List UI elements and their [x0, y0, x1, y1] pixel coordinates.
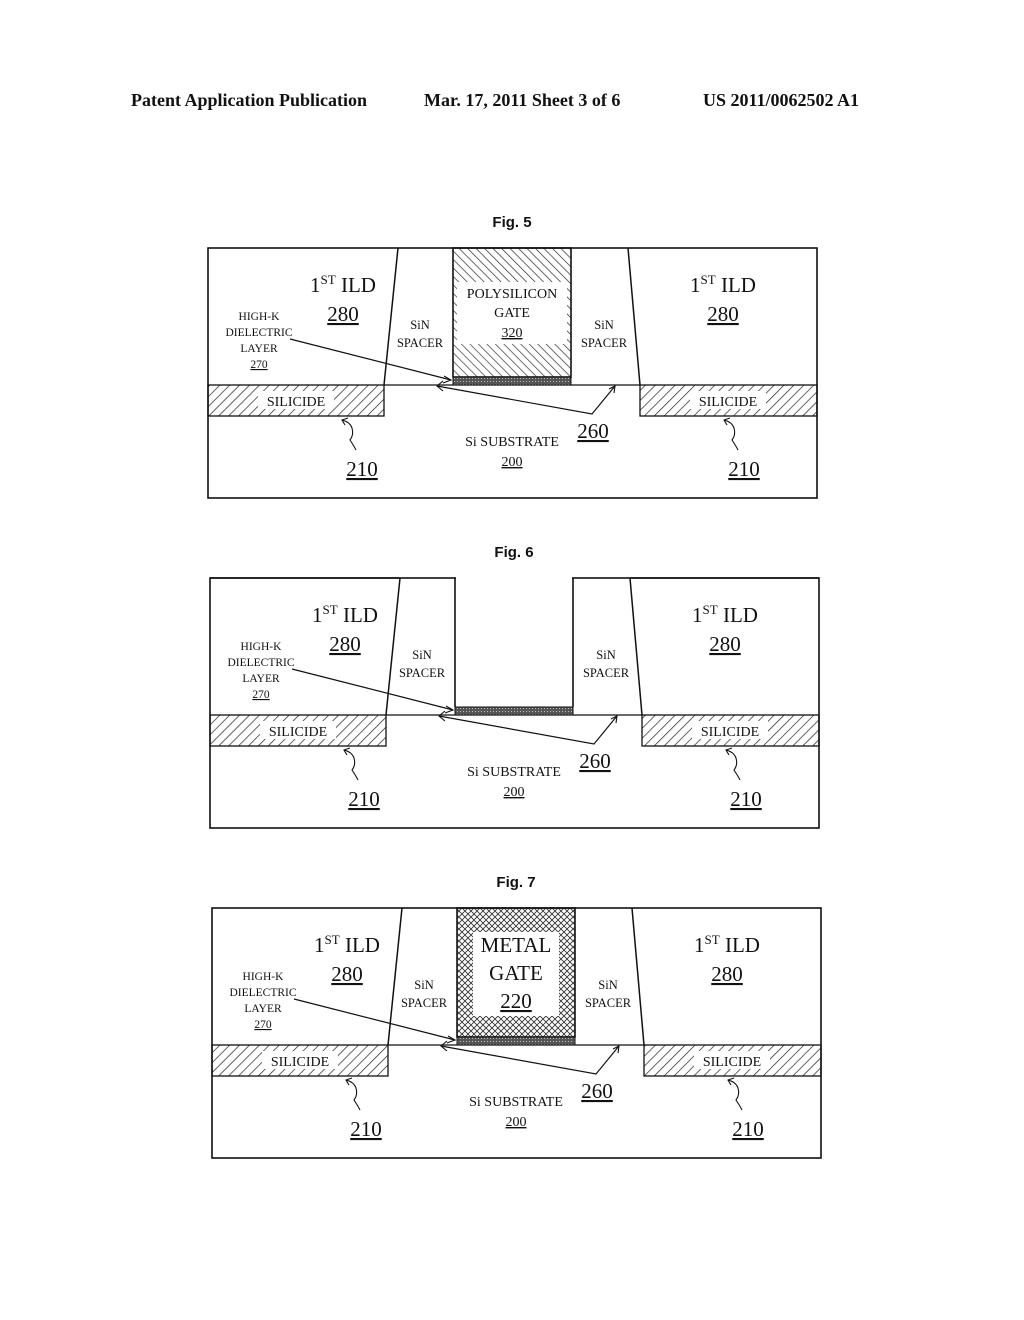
high-k-label-line1: HIGH-K	[243, 971, 285, 983]
high-k-dielectric-layer	[456, 1036, 576, 1046]
high-k-ref-number: 270	[254, 1019, 272, 1031]
ild-ref-number-left: 280	[327, 302, 359, 326]
high-k-ref-number: 270	[250, 359, 268, 371]
spacer-label-left-line2: SPACER	[397, 336, 444, 350]
ild-label-left: 1ST ILD	[314, 932, 380, 957]
ild-label-left: 1ST ILD	[312, 602, 378, 627]
high-k-label-line3: LAYER	[240, 343, 278, 355]
substrate-ref-number: 200	[502, 455, 523, 470]
figure-title: Fig. 6	[494, 544, 534, 561]
silicide-ref-number-right: 210	[728, 457, 760, 481]
spacer-label-left-line1: SiN	[414, 978, 433, 992]
high-k-dielectric-layer	[454, 706, 574, 716]
substrate-label: Si SUBSTRATE	[469, 1095, 563, 1110]
gate-label-line2: GATE	[489, 961, 543, 985]
high-k-label-line2: DIELECTRIC	[227, 657, 294, 669]
silicide-ref-number-left: 210	[348, 787, 380, 811]
high-k-label-line2: DIELECTRIC	[229, 987, 296, 999]
silicide-label-left: SILICIDE	[271, 1055, 329, 1070]
gate-label-line1: METAL	[481, 933, 552, 957]
channel-ref-number: 260	[577, 419, 609, 443]
silicide-ref-number-right: 210	[732, 1117, 764, 1141]
ild-ref-number-right: 280	[707, 302, 739, 326]
channel-ref-number: 260	[579, 749, 611, 773]
gate-label-line2: GATE	[494, 306, 530, 321]
ild-label-left: 1ST ILD	[310, 272, 376, 297]
ild-label-right: 1ST ILD	[692, 602, 758, 627]
high-k-label-line1: HIGH-K	[241, 641, 283, 653]
spacer-label-right-line2: SPACER	[581, 336, 628, 350]
figure-6-diagram: SILICIDE SILICIDE 1ST ILD 280 1ST ILD 280 SiN S…	[209, 576, 820, 829]
silicide-label-left: SILICIDE	[269, 725, 327, 740]
spacer-label-right-line1: SiN	[596, 648, 615, 662]
ild-label-right: 1ST ILD	[694, 932, 760, 957]
silicide-ref-number-left: 210	[346, 457, 378, 481]
silicide-label-right: SILICIDE	[703, 1055, 761, 1070]
substrate-ref-number: 200	[504, 785, 525, 800]
ild-ref-number-right: 280	[711, 962, 743, 986]
silicide-label-right: SILICIDE	[699, 395, 757, 410]
figure-5-diagram: SILICIDE SILICIDE POLYSILICON GATE 320 1ST IL…	[207, 247, 818, 499]
silicide-ref-number-right: 210	[730, 787, 762, 811]
gate-ref-number: 320	[502, 326, 523, 341]
header-publication-type: Patent Application Publication	[131, 90, 368, 110]
gate-ref-number: 220	[500, 989, 532, 1013]
header-patent-number: US 2011/0062502 A1	[703, 90, 860, 110]
figure-title: Fig. 5	[492, 214, 532, 231]
ild-ref-number-right: 280	[709, 632, 741, 656]
spacer-label-left-line2: SPACER	[399, 666, 446, 680]
spacer-label-left-line1: SiN	[412, 648, 431, 662]
figure-7-diagram: SILICIDE SILICIDE METAL GATE 220 1ST ILD 280 1S…	[211, 907, 822, 1159]
substrate-label: Si SUBSTRATE	[465, 435, 559, 450]
silicide-ref-number-left: 210	[350, 1117, 382, 1141]
substrate-ref-number: 200	[506, 1115, 527, 1130]
ild-label-right: 1ST ILD	[690, 272, 756, 297]
silicide-label-left: SILICIDE	[267, 395, 325, 410]
spacer-label-right-line2: SPACER	[585, 996, 632, 1010]
spacer-label-left-line2: SPACER	[401, 996, 448, 1010]
spacer-label-right-line1: SiN	[598, 978, 617, 992]
channel-ref-number: 260	[581, 1079, 613, 1103]
high-k-label-line1: HIGH-K	[239, 311, 281, 323]
silicide-label-right: SILICIDE	[701, 725, 759, 740]
spacer-label-left-line1: SiN	[410, 318, 429, 332]
high-k-label-line2: DIELECTRIC	[225, 327, 292, 339]
gate-label-line1: POLYSILICON	[467, 287, 557, 302]
substrate-label: Si SUBSTRATE	[467, 765, 561, 780]
spacer-label-right-line2: SPACER	[583, 666, 630, 680]
high-k-ref-number: 270	[252, 689, 270, 701]
spacer-label-right-line1: SiN	[594, 318, 613, 332]
ild-ref-number-left: 280	[331, 962, 363, 986]
header-date-sheet: Mar. 17, 2011 Sheet 3 of 6	[424, 90, 621, 110]
figure-title: Fig. 7	[496, 874, 536, 891]
high-k-label-line3: LAYER	[244, 1003, 282, 1015]
high-k-label-line3: LAYER	[242, 673, 280, 685]
ild-ref-number-left: 280	[329, 632, 361, 656]
high-k-dielectric-layer	[452, 376, 572, 386]
